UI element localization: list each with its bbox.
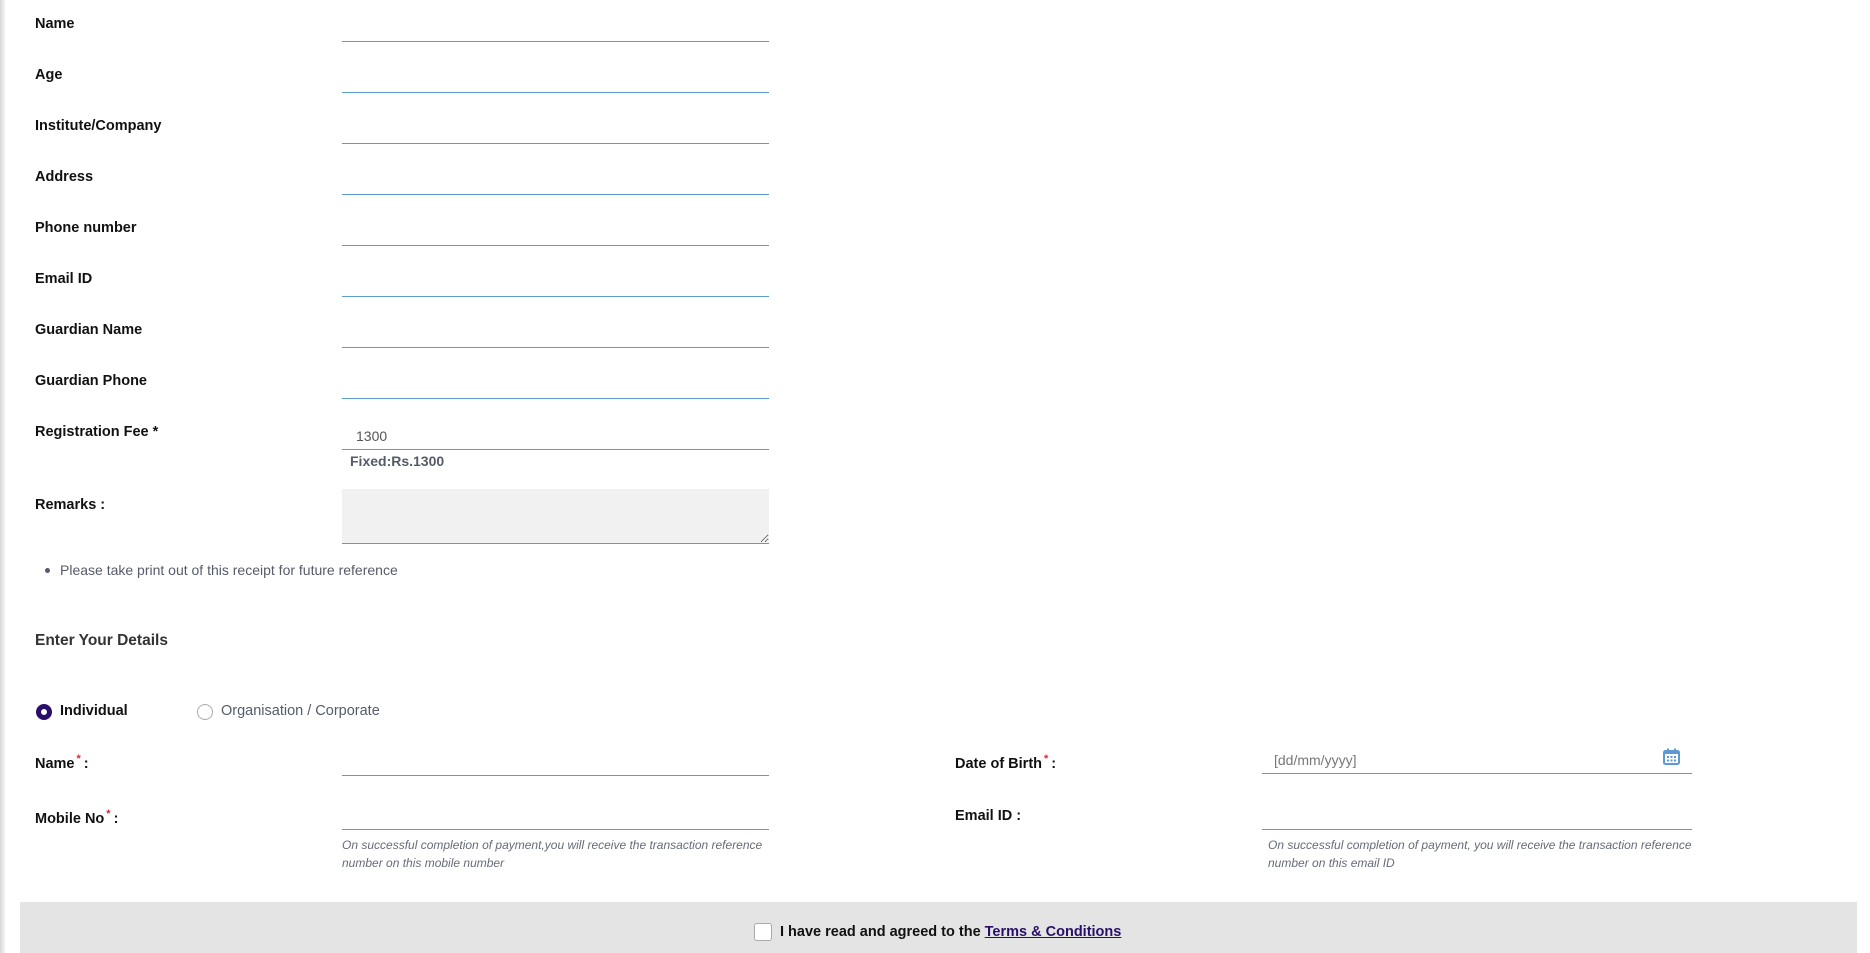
phone-input[interactable] xyxy=(342,218,769,246)
guardian-phone-label: Guardian Phone xyxy=(35,373,147,389)
email-label: Email ID xyxy=(35,271,93,287)
organisation-radio[interactable] xyxy=(197,704,213,720)
mobile-label: Mobile No *: xyxy=(35,808,119,827)
mobile-hint: On successful completion of payment,you … xyxy=(342,838,763,870)
receipt-note: Please take print out of this receipt fo… xyxy=(45,562,398,578)
age-input[interactable] xyxy=(342,65,769,93)
details-name-label: Name *: xyxy=(35,753,89,772)
registration-fee-label: Registration Fee * xyxy=(35,424,159,440)
guardian-phone-input[interactable] xyxy=(342,371,769,399)
remarks-textarea[interactable] xyxy=(342,489,769,544)
remarks-label: Remarks : xyxy=(35,497,106,513)
bullet-icon xyxy=(45,567,50,573)
page-left-border xyxy=(0,0,5,953)
email-hint: On successful completion of payment, you… xyxy=(1268,838,1692,870)
individual-radio[interactable] xyxy=(36,704,52,720)
address-input[interactable] xyxy=(342,167,769,195)
details-section-title: Enter Your Details xyxy=(35,632,168,649)
details-name-input[interactable] xyxy=(342,748,769,776)
email-input[interactable] xyxy=(342,269,769,297)
terms-text: I have read and agreed to the xyxy=(780,924,981,940)
guardian-name-label: Guardian Name xyxy=(35,322,143,338)
mobile-input[interactable] xyxy=(342,802,769,830)
fee-fixed-note: Fixed:Rs.1300 xyxy=(350,453,445,469)
dob-label: Date of Birth *: xyxy=(955,753,1057,772)
colon: : xyxy=(113,811,119,827)
dob-label-text: Date of Birth xyxy=(955,756,1042,772)
required-marker: * xyxy=(76,753,81,765)
registration-fee-input[interactable] xyxy=(342,422,769,450)
individual-radio-label[interactable]: Individual xyxy=(60,703,128,719)
terms-checkbox[interactable] xyxy=(754,923,772,941)
terms-link[interactable]: Terms & Conditions xyxy=(985,924,1122,940)
terms-agreement: I have read and agreed to the Terms & Co… xyxy=(754,923,1121,941)
phone-label: Phone number xyxy=(35,220,137,236)
dob-input[interactable] xyxy=(1262,746,1692,774)
colon: : xyxy=(83,756,89,772)
institute-label: Institute/Company xyxy=(35,118,162,134)
organisation-radio-label[interactable]: Organisation / Corporate xyxy=(221,703,380,719)
colon: : xyxy=(1051,756,1057,772)
address-label: Address xyxy=(35,169,94,185)
institute-input[interactable] xyxy=(342,116,769,144)
required-marker: * xyxy=(106,808,111,820)
calendar-icon[interactable] xyxy=(1663,748,1680,765)
guardian-name-input[interactable] xyxy=(342,320,769,348)
details-email-input[interactable] xyxy=(1262,802,1692,830)
details-name-label-text: Name xyxy=(35,756,75,772)
age-label: Age xyxy=(35,67,63,83)
name-label: Name xyxy=(35,16,75,32)
receipt-note-text: Please take print out of this receipt fo… xyxy=(60,562,398,578)
mobile-label-text: Mobile No xyxy=(35,811,105,827)
name-input[interactable] xyxy=(342,14,769,42)
required-marker: * xyxy=(1044,753,1049,765)
details-email-label: Email ID : xyxy=(955,808,1022,824)
